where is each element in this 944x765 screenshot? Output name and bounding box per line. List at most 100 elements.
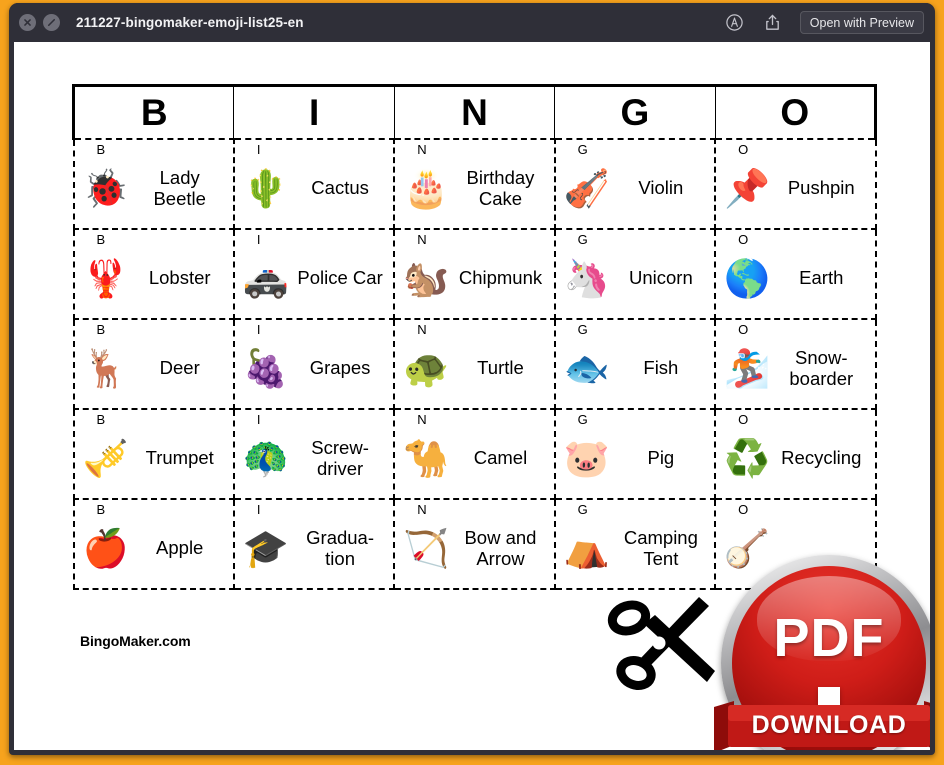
bingo-cell-letter: O bbox=[738, 141, 749, 157]
bingo-cell-content: G ⛺ Camping Tent bbox=[556, 500, 714, 588]
share-icon[interactable] bbox=[762, 12, 783, 33]
bingo-cell[interactable]: B 🐞 Lady Beetle bbox=[72, 137, 235, 230]
bingo-cell-content: I 🍇 Grapes bbox=[235, 320, 393, 408]
screen: 211227-bingomaker-emoji-list25-en Open w… bbox=[0, 0, 944, 765]
lobster-emoji: 🦞 bbox=[82, 256, 129, 300]
bingo-cell-content: N 🐪 Camel bbox=[395, 410, 553, 498]
bingo-cell[interactable]: N 🐪 Camel bbox=[393, 407, 556, 500]
bingo-cell-label: Screw-driver bbox=[311, 436, 369, 479]
titlebar-right-controls: Open with Preview bbox=[724, 11, 924, 34]
no-entry-circle-icon[interactable] bbox=[43, 14, 60, 31]
bingo-cell-label: Camel bbox=[473, 447, 528, 469]
bingo-cell-letter: N bbox=[417, 141, 427, 157]
open-with-preview-button[interactable]: Open with Preview bbox=[799, 11, 924, 34]
pushpin-emoji: 📌 bbox=[724, 166, 771, 210]
bingo-cell[interactable]: N 🎂 Birthday Cake bbox=[393, 137, 556, 230]
bingo-cell-content: I 🦚 Screw-driver bbox=[235, 410, 393, 498]
bingo-cell[interactable]: N 🐢 Turtle bbox=[393, 317, 556, 410]
window-titlebar: 211227-bingomaker-emoji-list25-en Open w… bbox=[9, 3, 935, 42]
bingo-cell[interactable]: I 🦚 Screw-driver bbox=[232, 407, 396, 500]
camping-tent-emoji: ⛺ bbox=[563, 526, 610, 570]
bingo-cell[interactable]: G 🐷 Pig bbox=[553, 407, 717, 500]
trumpet-emoji: 🎺 bbox=[82, 436, 129, 480]
bingo-cell[interactable]: N 🏹 Bow and Arrow bbox=[393, 497, 556, 590]
bingo-row: B 🦌 Deer I 🍇 Grapes N 🐢 Turtle G 🐟 Fish O 🏂 Snow-board… bbox=[72, 317, 877, 410]
bingo-cell[interactable]: I 🌵 Cactus bbox=[232, 137, 396, 230]
bingo-cell-content: G 🐷 Pig bbox=[556, 410, 714, 498]
bow-and-arrow-emoji: 🏹 bbox=[403, 526, 450, 570]
recycling-emoji: ♻️ bbox=[724, 436, 771, 480]
bingo-cell-label: Grapes bbox=[309, 357, 371, 379]
bingo-cell-letter: B bbox=[96, 411, 106, 427]
bingo-cell[interactable]: G 🎻 Violin bbox=[553, 137, 717, 230]
scissors-icon bbox=[603, 587, 731, 695]
bingo-cell-label: Police Car bbox=[297, 267, 383, 289]
bingo-cell[interactable]: B 🍎 Apple bbox=[72, 497, 235, 590]
bingo-cell-label: Trumpet bbox=[145, 447, 214, 469]
pdf-download-badge[interactable]: PDF DOWNLOAD bbox=[714, 555, 930, 750]
bingo-cell[interactable]: G 🐟 Fish bbox=[553, 317, 717, 410]
bingo-header-g: G bbox=[554, 84, 716, 139]
bingo-cell[interactable]: O ♻️ Recycling bbox=[714, 407, 877, 500]
earth-emoji: 🌎 bbox=[724, 256, 771, 300]
bingo-cell-letter: O bbox=[738, 501, 749, 517]
bingo-cell[interactable]: N 🐿️ Chipmunk bbox=[393, 227, 556, 320]
bingo-cell-content: O 📌 Pushpin bbox=[716, 140, 874, 228]
bingo-cell[interactable]: I 🎓 Gradua-tion bbox=[232, 497, 396, 590]
bingo-cell-label: Bow and Arrow bbox=[464, 526, 537, 569]
bingo-cell[interactable]: B 🦞 Lobster bbox=[72, 227, 235, 320]
bingo-cell-label: Birthday Cake bbox=[466, 166, 535, 209]
bingo-cell-letter: I bbox=[256, 141, 261, 157]
bingo-cell-letter: B bbox=[96, 231, 106, 247]
bingo-cell-letter: I bbox=[256, 321, 261, 337]
bingo-cell-content: I 🌵 Cactus bbox=[235, 140, 393, 228]
bingo-header-b: B bbox=[71, 84, 235, 139]
bingo-cell[interactable]: I 🚓 Police Car bbox=[232, 227, 396, 320]
bingo-cell-content: B 🦞 Lobster bbox=[75, 230, 233, 318]
violin-emoji: 🎻 bbox=[563, 166, 610, 210]
bingo-cell-label: Camping Tent bbox=[623, 526, 698, 569]
bingo-cell-content: N 🏹 Bow and Arrow bbox=[395, 500, 553, 588]
pig-emoji: 🐷 bbox=[563, 436, 610, 480]
pdf-label: PDF bbox=[773, 608, 885, 669]
camel-emoji: 🐪 bbox=[403, 436, 450, 480]
bingo-cell[interactable]: G ⛺ Camping Tent bbox=[553, 497, 717, 590]
bingo-cell-letter: N bbox=[417, 411, 427, 427]
bingo-cell-label: Lady Beetle bbox=[153, 166, 206, 209]
bingo-cell[interactable]: G 🦄 Unicorn bbox=[553, 227, 717, 320]
bingo-cell-letter: O bbox=[738, 321, 749, 337]
bingo-header-i: I bbox=[233, 84, 395, 139]
bingo-cell[interactable]: B 🦌 Deer bbox=[72, 317, 235, 410]
download-label: DOWNLOAD bbox=[751, 711, 907, 739]
bingo-cell[interactable]: O 🏂 Snow-boarder bbox=[714, 317, 877, 410]
bingo-row: B 🦞 Lobster I 🚓 Police Car N 🐿️ Chipmunk G 🦄 Unicor… bbox=[72, 227, 877, 320]
bingo-cell-label: Chipmunk bbox=[458, 267, 543, 289]
bingo-cell-letter: N bbox=[417, 321, 427, 337]
screwdriver-emoji: 🦚 bbox=[242, 436, 289, 480]
bingo-cell-label: Pushpin bbox=[787, 177, 855, 199]
bingo-cell-content: B 🦌 Deer bbox=[75, 320, 233, 408]
turtle-emoji: 🐢 bbox=[403, 346, 450, 390]
bingo-cell-label: Fish bbox=[643, 357, 679, 379]
bingo-cell-content: O 🌎 Earth bbox=[716, 230, 874, 318]
bingo-cell[interactable]: O 🌎 Earth bbox=[714, 227, 877, 320]
bingo-cell-letter: N bbox=[417, 501, 427, 517]
bingo-grid: BINGO B 🐞 Lady Beetle I 🌵 Cactus N 🎂 Birthday Ca… bbox=[71, 84, 878, 590]
bingo-header-o: O bbox=[714, 84, 878, 139]
bingo-cell-label: Unicorn bbox=[628, 267, 693, 289]
bingo-cell-letter: B bbox=[96, 141, 106, 157]
bingo-cell-letter: G bbox=[577, 411, 588, 427]
bingo-cell[interactable]: I 🍇 Grapes bbox=[232, 317, 396, 410]
bingo-cell-label: Pig bbox=[647, 447, 675, 469]
bingo-cell[interactable]: O 📌 Pushpin bbox=[714, 137, 877, 230]
deer-emoji: 🦌 bbox=[82, 346, 129, 390]
bingo-cell[interactable]: B 🎺 Trumpet bbox=[72, 407, 235, 500]
bingo-row: B 🎺 Trumpet I 🦚 Screw-driver N 🐪 Camel G 🐷 Pig O ♻️ Re… bbox=[72, 407, 877, 500]
bingo-cell-letter: N bbox=[417, 231, 427, 247]
markup-annotate-icon[interactable] bbox=[724, 12, 745, 33]
lady-beetle-emoji: 🐞 bbox=[82, 166, 129, 210]
close-circle-icon[interactable] bbox=[19, 14, 36, 31]
brand-footer: BingoMaker.com bbox=[80, 633, 191, 649]
bingo-cell-letter: I bbox=[256, 501, 261, 517]
bingo-cell-letter: B bbox=[96, 321, 106, 337]
